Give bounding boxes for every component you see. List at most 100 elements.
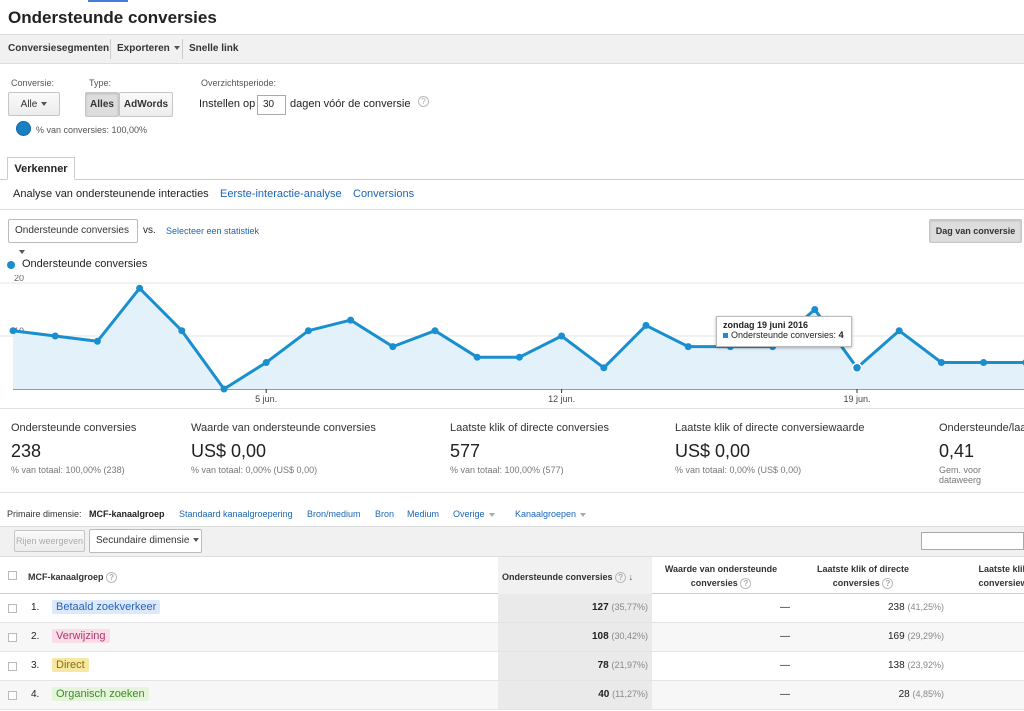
tab-divider	[0, 179, 1024, 180]
subnav-conversions[interactable]: Conversions	[353, 188, 414, 200]
day-of-conversion-button[interactable]: Dag van conversie	[929, 219, 1022, 243]
metric-dropdown[interactable]: Ondersteunde conversies	[8, 219, 138, 255]
data-point[interactable]	[558, 332, 566, 340]
help-icon[interactable]: ?	[882, 578, 894, 589]
period-suffix: dagen vóór de conversie	[290, 98, 411, 110]
dimension-other[interactable]: Overige	[453, 509, 495, 519]
subnav-assisted-interactions[interactable]: Analyse van ondersteunende interacties	[13, 188, 209, 200]
row-checkbox[interactable]	[8, 691, 17, 700]
data-point[interactable]	[851, 362, 863, 374]
help-icon[interactable]: ?	[106, 572, 118, 583]
channel-link[interactable]: Organisch zoeken	[52, 687, 149, 701]
type-all-button[interactable]: Alles	[85, 92, 119, 117]
table-search-input[interactable]	[921, 532, 1024, 550]
data-point[interactable]	[895, 327, 903, 335]
assisted-cell: 127 (35,77%)	[540, 602, 648, 613]
stat-value: 0,41	[939, 441, 975, 461]
data-point[interactable]	[51, 332, 59, 340]
stat-value: US$ 0,00	[675, 441, 751, 461]
header-assisted-value[interactable]: Waarde van ondersteunde conversies ?	[656, 562, 786, 590]
stats-divider	[0, 492, 1024, 493]
last-click-pct: (29,29%)	[907, 631, 944, 641]
data-point[interactable]	[515, 353, 523, 361]
dimension-mcf[interactable]: MCF-kanaalgroep	[89, 509, 165, 519]
help-icon[interactable]: ?	[740, 578, 752, 589]
row-index: 3.	[31, 660, 40, 671]
data-point[interactable]	[220, 385, 228, 393]
header-last-click-value[interactable]: Laatste klik conversiew	[968, 562, 1024, 590]
conversion-label: Conversie:	[11, 78, 55, 88]
header-last-click-value-line2: conversiew	[978, 578, 1024, 588]
segments-button[interactable]: Conversiesegmenten	[8, 43, 109, 54]
channel-link[interactable]: Betaald zoekverkeer	[52, 600, 161, 614]
header-assisted[interactable]: Ondersteunde conversies ? ↓	[502, 572, 633, 583]
chevron-down-icon	[488, 512, 495, 517]
tab-explorer[interactable]: Verkenner	[7, 157, 75, 180]
data-point[interactable]	[389, 343, 397, 351]
header-assisted-value-line2: conversies	[690, 578, 738, 588]
toolbar-divider	[110, 39, 111, 59]
data-point[interactable]	[178, 327, 186, 335]
table-row[interactable]: 3. Direct 78 (21,97%) — 138 (23,92%)	[0, 652, 1024, 681]
last-click-value: 28	[898, 689, 910, 700]
data-point[interactable]	[473, 353, 481, 361]
assisted-pct: (21,97%)	[611, 660, 648, 670]
stat-label: Waarde van ondersteunde conversies	[191, 422, 376, 434]
data-point[interactable]	[600, 364, 608, 372]
last-click-cell: 169 (29,29%)	[830, 631, 944, 642]
conversion-dropdown[interactable]: Alle	[8, 92, 60, 116]
data-point[interactable]	[93, 337, 101, 345]
table-row[interactable]: 1. Betaald zoekverkeer 127 (35,77%) — 238 (4…	[0, 594, 1024, 623]
tooltip-value: 4	[838, 330, 844, 340]
dimension-channel-groups-label: Kanaalgroepen	[515, 509, 577, 519]
assisted-value-cell: —	[780, 689, 790, 700]
period-input[interactable]: 30	[257, 95, 286, 115]
data-point[interactable]	[136, 284, 144, 292]
x-tick-label: 5 jun.	[255, 394, 277, 404]
data-point[interactable]	[304, 327, 312, 335]
select-metric-link[interactable]: Selecteer een statistiek	[166, 226, 259, 236]
channel-link[interactable]: Direct	[52, 658, 89, 672]
data-point[interactable]	[811, 306, 819, 313]
tooltip-series-marker	[723, 333, 728, 338]
export-button[interactable]: Exporteren	[117, 43, 180, 54]
channel-link[interactable]: Verwijzing	[52, 629, 110, 643]
row-checkbox[interactable]	[8, 662, 17, 671]
help-icon[interactable]: ?	[418, 96, 429, 107]
row-checkbox[interactable]	[8, 604, 17, 613]
header-assisted-label: Ondersteunde conversies	[502, 572, 613, 582]
assisted-cell: 78 (21,97%)	[540, 660, 648, 671]
header-last-click[interactable]: Laatste klik of directe conversies ?	[808, 562, 918, 590]
help-icon[interactable]: ?	[615, 572, 627, 583]
data-point[interactable]	[684, 343, 692, 351]
dimension-source-medium[interactable]: Bron/medium	[307, 509, 361, 519]
dimension-default-channel[interactable]: Standaard kanaalgroepering	[179, 509, 293, 519]
data-point[interactable]	[431, 327, 439, 335]
data-point[interactable]	[262, 359, 270, 366]
table-row[interactable]: 4. Organisch zoeken 40 (11,27%) — 28 (4,85%)	[0, 681, 1024, 710]
data-point[interactable]	[980, 359, 988, 366]
data-point[interactable]	[347, 316, 355, 324]
shortcut-button[interactable]: Snelle link	[189, 43, 238, 54]
stat-subtext: Gem. voor dataweerg	[939, 465, 982, 485]
data-point[interactable]	[9, 327, 17, 335]
show-rows-button[interactable]: Rijen weergeven	[14, 530, 85, 552]
select-all-checkbox[interactable]	[8, 571, 17, 580]
last-click-cell: 238 (41,25%)	[830, 602, 944, 613]
row-checkbox[interactable]	[8, 633, 17, 642]
dimension-medium[interactable]: Medium	[407, 509, 439, 519]
section-divider	[0, 209, 1024, 210]
assisted-value-cell: —	[780, 631, 790, 642]
secondary-dimension-dropdown[interactable]: Secundaire dimensie	[89, 529, 202, 553]
dimension-channel-groups[interactable]: Kanaalgroepen	[515, 509, 587, 519]
dimension-source[interactable]: Bron	[375, 509, 394, 519]
data-point[interactable]	[937, 359, 945, 366]
header-channel[interactable]: MCF-kanaalgroep ?	[28, 572, 118, 583]
header-last-click-line1: Laatste klik of directe	[816, 564, 910, 574]
data-point[interactable]	[642, 321, 650, 329]
table-row[interactable]: 2. Verwijzing 108 (30,42%) — 169 (29,29%)	[0, 623, 1024, 652]
type-label: Type:	[89, 78, 112, 88]
subnav-first-interaction[interactable]: Eerste-interactie-analyse	[220, 188, 342, 200]
assisted-value-cell: —	[780, 602, 790, 613]
type-adwords-button[interactable]: AdWords	[119, 92, 173, 117]
